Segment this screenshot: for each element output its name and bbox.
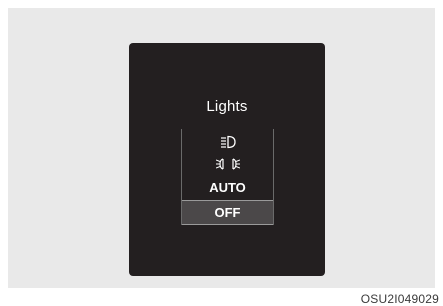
panel-title: Lights xyxy=(206,98,248,115)
option-off-selected[interactable]: OFF xyxy=(182,200,273,225)
lights-menu-panel: Lights AUTO OFF xyxy=(129,43,325,276)
lights-option-list: AUTO OFF xyxy=(181,129,274,225)
option-headlamp[interactable] xyxy=(182,131,273,153)
parking-lights-icon xyxy=(215,157,240,171)
figure-code: OSU2I049029 xyxy=(360,292,439,306)
option-auto[interactable]: AUTO xyxy=(182,176,273,198)
headlamp-icon xyxy=(220,135,236,149)
option-parking-lights[interactable] xyxy=(182,153,273,175)
